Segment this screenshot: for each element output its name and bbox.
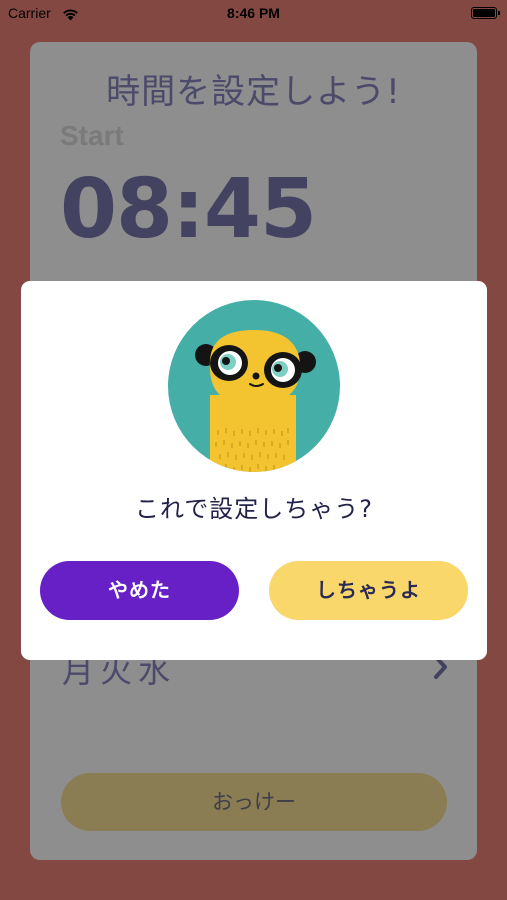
meerkat-avatar [168, 300, 340, 472]
start-label: Start [60, 120, 124, 151]
cancel-button[interactable]: やめた [40, 561, 239, 620]
status-bar: Carrier 8:46 PM [0, 0, 507, 28]
status-time: 8:46 PM [227, 5, 280, 21]
ok-button[interactable]: おっけー [61, 773, 447, 831]
battery-icon [471, 7, 500, 19]
page-title: 時間を設定しよう! [106, 72, 401, 112]
confirm-dialog: これで設定しちゃう? やめた しちゃうよ [21, 281, 487, 660]
dialog-message: これで設定しちゃう? [134, 495, 374, 523]
start-time-value[interactable]: 08:45 [60, 162, 317, 257]
confirm-button[interactable]: しちゃうよ [269, 561, 468, 620]
